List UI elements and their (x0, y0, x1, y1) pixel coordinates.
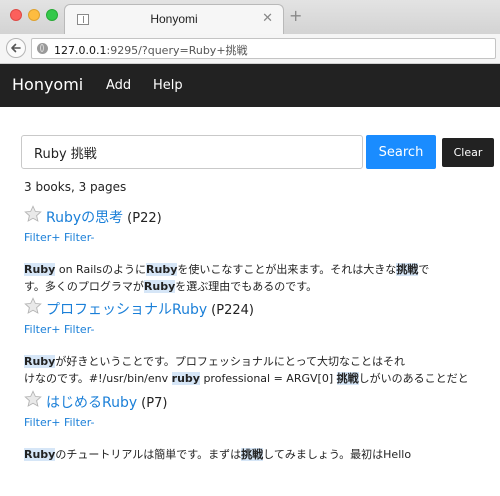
window-maximize-button[interactable] (46, 9, 58, 21)
snippet-text: を選ぶ理由でもあるのです。 (175, 280, 318, 293)
snippet-text: professional = ARGV[0] (199, 372, 337, 385)
result-snippet: Ruby on RailsのようにRubyを使いこなすことが出来ます。それは大き… (24, 261, 494, 295)
snippet-text: のチュートリアルは簡単です。まずは (55, 448, 242, 461)
filter-plus-link[interactable]: Filter+ (24, 416, 60, 429)
back-button[interactable] (6, 38, 26, 58)
page-number: (P224) (211, 303, 254, 318)
page-number: (P7) (141, 396, 168, 411)
search-input[interactable] (21, 135, 363, 169)
snippet-text: を使いこなすことが出来ます。それは大きな (177, 263, 397, 276)
tab-title: Honyomi (150, 12, 198, 26)
filter-minus-link[interactable]: Filter- (64, 416, 95, 429)
result-snippet: Rubyが好きということです。プロフェッショナルにとって大切なことはそれ けなの… (24, 353, 494, 387)
page-number: (P22) (127, 211, 162, 226)
keyword-highlight: Ruby (24, 263, 56, 276)
window-minimize-button[interactable] (28, 9, 40, 21)
star-icon[interactable] (24, 297, 42, 315)
result-title-link[interactable]: Rubyの思考 (46, 210, 123, 226)
back-arrow-icon (11, 43, 21, 53)
result-summary: 3 books, 3 pages (24, 180, 127, 194)
browser-tab[interactable]: Honyomi ✕ (64, 4, 284, 34)
filter-plus-link[interactable]: Filter+ (24, 231, 60, 244)
result-item: プロフェッショナルRuby (P224) Filter+ Filter- Ruby… (24, 297, 494, 387)
keyword-highlight: Ruby (24, 448, 56, 461)
keyword-highlight: Ruby (146, 263, 178, 276)
keyword-highlight: Ruby (143, 280, 176, 293)
url-path: :9295/?query=Ruby+挑戦 (106, 44, 248, 57)
search-button[interactable]: Search (366, 135, 436, 169)
browser-tab-bar: Honyomi ✕ + (0, 0, 500, 34)
clear-button[interactable]: Clear (442, 138, 494, 167)
reader-icon[interactable] (77, 14, 89, 25)
tab-close-icon[interactable]: ✕ (262, 11, 273, 27)
browser-toolbar: 127.0.0.1:9295/?query=Ruby+挑戦 (0, 34, 500, 64)
star-icon[interactable] (24, 205, 42, 223)
result-item: はじめるRuby (P7) Filter+ Filter- Rubyのチュートリア… (24, 390, 494, 463)
app-navbar: Honyomi Add Help (0, 64, 500, 107)
url-text: 127.0.0.1:9295/?query=Ruby+挑戦 (54, 42, 248, 58)
result-item: Rubyの思考 (P22) Filter+ Filter- Ruby on Rai… (24, 205, 494, 295)
result-title-link[interactable]: プロフェッショナルRuby (46, 302, 207, 318)
url-host: 127.0.0.1 (54, 44, 107, 57)
globe-icon (37, 43, 48, 54)
snippet-text: on Railsのように (55, 263, 147, 276)
brand-link[interactable]: Honyomi (12, 75, 83, 94)
address-bar[interactable]: 127.0.0.1:9295/?query=Ruby+挑戦 (31, 38, 496, 59)
snippet-text: しがいのあることだと (358, 372, 469, 385)
keyword-highlight: 挑戦 (336, 372, 359, 385)
filter-plus-link[interactable]: Filter+ (24, 323, 60, 336)
result-title-link[interactable]: はじめるRuby (46, 395, 137, 411)
new-tab-icon[interactable]: + (289, 8, 302, 24)
snippet-text: してみましょう。最初はHello (263, 448, 412, 461)
filter-minus-link[interactable]: Filter- (64, 323, 95, 336)
keyword-highlight: ruby (171, 372, 200, 385)
nav-add-link[interactable]: Add (106, 78, 131, 93)
nav-help-link[interactable]: Help (153, 78, 183, 93)
keyword-highlight: 挑戦 (241, 448, 264, 461)
star-icon[interactable] (24, 390, 42, 408)
result-snippet: Rubyのチュートリアルは簡単です。まずは挑戦してみましょう。最初はHello (24, 446, 494, 463)
keyword-highlight: 挑戦 (396, 263, 419, 276)
window-close-button[interactable] (10, 9, 22, 21)
keyword-highlight: Ruby (24, 355, 56, 368)
filter-minus-link[interactable]: Filter- (64, 231, 95, 244)
